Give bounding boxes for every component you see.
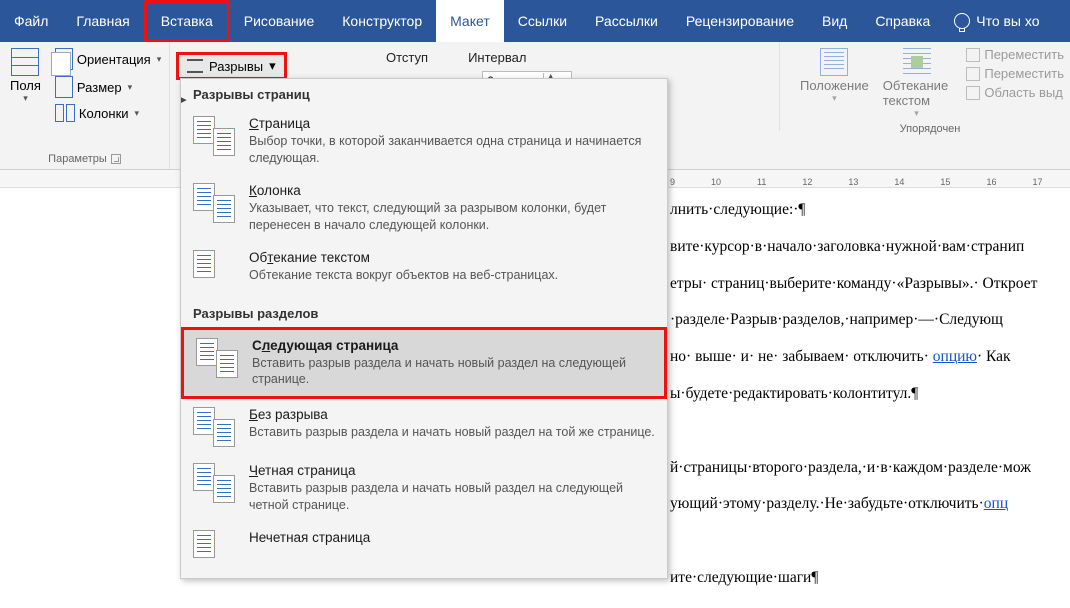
size-icon	[55, 76, 73, 98]
break-evenpage-item[interactable]: Четная страница Вставить разрыв раздела …	[181, 455, 667, 522]
margins-label: Поля	[10, 78, 41, 93]
break-continuous-item[interactable]: Без разрыва Вставить разрыв раздела и на…	[181, 399, 667, 455]
tab-layout[interactable]: Макет	[436, 0, 504, 42]
option-link[interactable]: опцию	[933, 348, 977, 365]
break-textwrap-desc: Обтекание текста вокруг объектов на веб-…	[249, 267, 558, 284]
margins-button[interactable]: Поля ▾	[6, 46, 45, 106]
columns-icon	[55, 104, 75, 122]
break-page-desc: Выбор точки, в которой заканчивается одн…	[249, 133, 655, 167]
tell-me[interactable]: Что вы хо	[954, 0, 1039, 42]
chevron-down-icon: ▾	[135, 108, 140, 119]
break-continuous-desc: Вставить разрыв раздела и начать новый р…	[249, 424, 655, 441]
tab-references[interactable]: Ссылки	[504, 0, 581, 42]
orientation-icon	[55, 48, 73, 70]
tell-me-label: Что вы хо	[976, 13, 1039, 29]
continuous-break-icon	[193, 407, 235, 447]
spacing-label: Интервал	[468, 50, 573, 65]
column-break-icon	[193, 183, 235, 223]
wrap-label: Обтекание текстом	[883, 78, 951, 108]
position-button[interactable]: Положение ▾	[796, 46, 873, 106]
break-nextpage-desc: Вставить разрыв раздела и начать новый р…	[252, 355, 652, 389]
dropdown-header-pages: Разрывы страниц	[181, 79, 667, 108]
chevron-down-icon: ▾	[157, 54, 162, 65]
oddpage-break-icon	[193, 530, 235, 570]
chevron-down-icon: ▾	[269, 58, 276, 74]
columns-button[interactable]: Колонки ▾	[51, 102, 165, 124]
page-break-icon	[193, 116, 235, 156]
tab-home[interactable]: Главная	[62, 0, 143, 42]
textwrap-break-icon	[193, 250, 235, 290]
tab-draw[interactable]: Рисование	[230, 0, 329, 42]
tab-mailings[interactable]: Рассылки	[581, 0, 672, 42]
break-page-item[interactable]: ▸ Страница Выбор точки, в которой заканч…	[181, 108, 667, 175]
size-button[interactable]: Размер ▾	[51, 74, 165, 100]
option-link[interactable]: опц	[984, 495, 1008, 512]
orientation-label: Ориентация	[77, 52, 151, 67]
breaks-button[interactable]: Разрывы ▾	[176, 52, 287, 80]
break-oddpage-title: Нечетная страница	[249, 530, 370, 545]
indent-label: Отступ	[386, 50, 428, 65]
tab-review[interactable]: Рецензирование	[672, 0, 808, 42]
position-icon	[820, 48, 848, 76]
break-textwrap-item[interactable]: Обтекание текстом Обтекание текста вокру…	[181, 242, 667, 298]
tab-bar: Файл Главная Вставка Рисование Конструкт…	[0, 0, 1070, 42]
evenpage-break-icon	[193, 463, 235, 503]
send-backward-button[interactable]: Переместить	[966, 65, 1064, 82]
margins-icon	[11, 48, 39, 76]
size-label: Размер	[77, 80, 122, 95]
wrap-text-button[interactable]: Обтекание текстом ▾	[879, 46, 955, 121]
selection-pane-icon	[966, 86, 980, 100]
selection-pane-button[interactable]: Область выд	[966, 84, 1064, 101]
columns-label: Колонки	[79, 106, 129, 121]
arrange-group-label: Упорядочен	[796, 121, 1064, 139]
position-label: Положение	[800, 78, 869, 93]
dropdown-header-sections: Разрывы разделов	[181, 298, 667, 327]
break-column-item[interactable]: Колонка Указывает, что текст, следующий …	[181, 175, 667, 242]
tab-file[interactable]: Файл	[0, 0, 62, 42]
tab-view[interactable]: Вид	[808, 0, 861, 42]
tab-design[interactable]: Конструктор	[328, 0, 436, 42]
send-backward-icon	[966, 67, 980, 81]
breaks-label: Разрывы	[209, 59, 263, 74]
breaks-dropdown: Разрывы страниц ▸ Страница Выбор точки, …	[180, 78, 668, 579]
chevron-down-icon: ▾	[128, 82, 133, 93]
bulb-icon	[954, 13, 970, 29]
bring-forward-icon	[966, 48, 980, 62]
dialog-launcher-icon[interactable]	[111, 154, 121, 164]
break-column-desc: Указывает, что текст, следующий за разры…	[249, 200, 655, 234]
breaks-icon	[187, 59, 203, 73]
tab-insert[interactable]: Вставка	[144, 0, 230, 42]
tab-help[interactable]: Справка	[861, 0, 944, 42]
orientation-button[interactable]: Ориентация ▾	[51, 46, 165, 72]
break-oddpage-item[interactable]: Нечетная страница	[181, 522, 667, 578]
chevron-down-icon: ▾	[23, 93, 28, 104]
nextpage-break-icon	[196, 338, 238, 378]
wrap-icon	[903, 48, 931, 76]
break-nextpage-item[interactable]: ▸ Следующая страница Вставить разрыв раз…	[181, 327, 667, 400]
break-evenpage-desc: Вставить разрыв раздела и начать новый р…	[249, 480, 655, 514]
page-setup-group-label: Параметры	[6, 151, 163, 169]
bring-forward-button[interactable]: Переместить	[966, 46, 1064, 63]
